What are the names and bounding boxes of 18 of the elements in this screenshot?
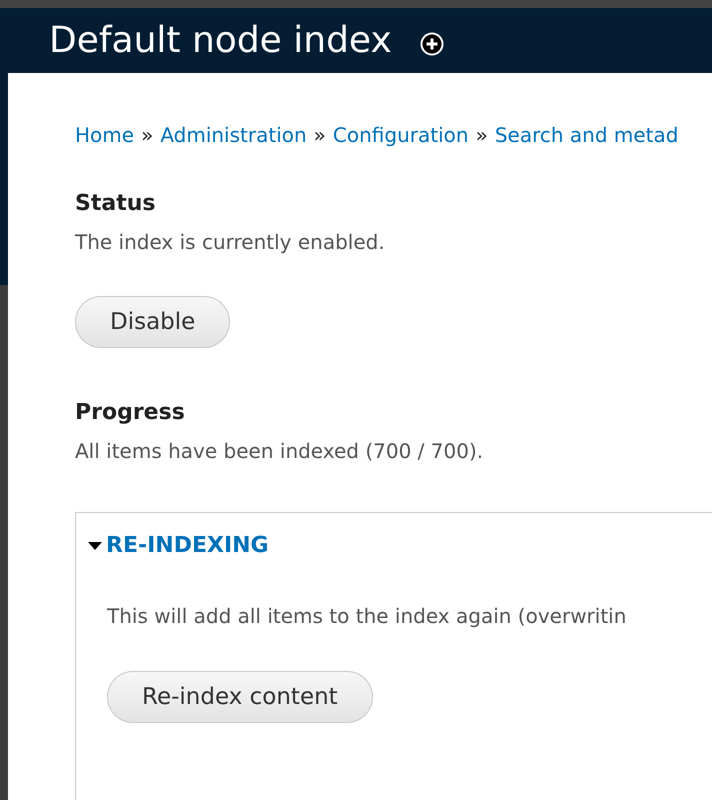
breadcrumb-separator: » (314, 123, 326, 147)
reindex-description: This will add all items to the index again (overwritin (106, 604, 628, 628)
breadcrumb-separator: » (476, 123, 488, 147)
reindex-button[interactable]: Re-index content (107, 671, 373, 723)
section-heading: Progress (75, 400, 186, 425)
caret-icon[interactable] (88, 542, 102, 550)
page-title: Default node index (49, 20, 392, 61)
status-text: The index is currently enabled. (75, 230, 386, 254)
disable-button[interactable]: Disable (75, 296, 230, 348)
progress-text: All items have been indexed (700 / 700). (75, 439, 484, 463)
breadcrumb-link[interactable]: Administration (160, 123, 307, 147)
section-heading: Status (75, 191, 156, 216)
add-shortcut-icon[interactable] (420, 32, 444, 56)
breadcrumb-link[interactable]: Home (75, 123, 134, 147)
breadcrumb-separator: » (141, 123, 154, 147)
reindexing-toggle[interactable]: RE-INDEXING (106, 533, 269, 558)
breadcrumb-link[interactable]: Configuration (332, 123, 469, 147)
breadcrumb-link[interactable]: Search and metad (494, 123, 678, 147)
